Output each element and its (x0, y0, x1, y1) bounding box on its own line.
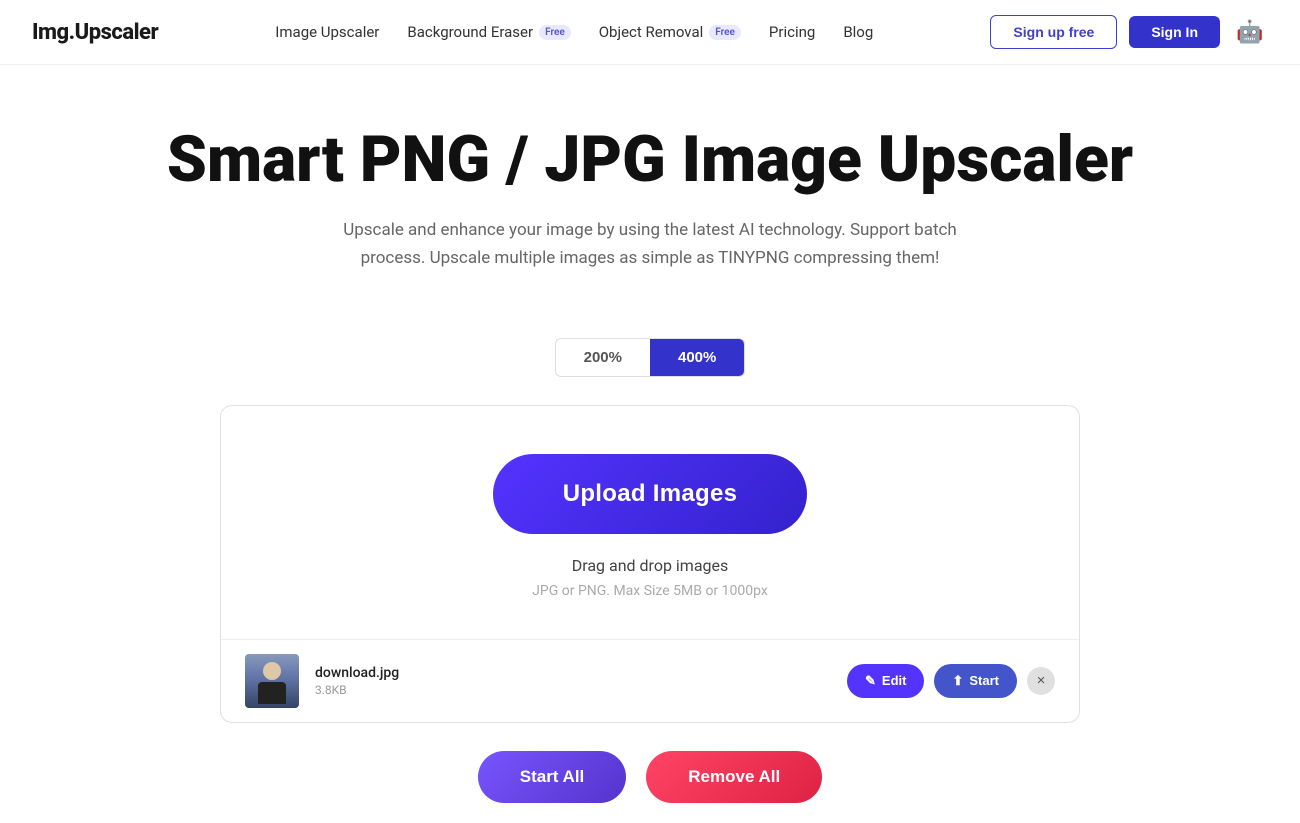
upload-section: Upload Images Drag and drop images JPG o… (220, 405, 1080, 723)
start-all-button[interactable]: Start All (478, 751, 627, 803)
remove-button[interactable]: × (1027, 667, 1055, 695)
person-head (263, 662, 281, 680)
edit-button[interactable]: ✎ Edit (847, 664, 924, 698)
free-badge-background-eraser: Free (539, 25, 571, 40)
scale-toggle-group: 200% 400% (555, 338, 746, 377)
start-icon: ⬆ (952, 673, 963, 689)
table-row: download.jpg 3.8KB ✎ Edit ⬆ Start × (221, 640, 1079, 722)
nav-item-background-eraser[interactable]: Background Eraser Free (407, 23, 570, 41)
drag-drop-text: Drag and drop images (241, 556, 1059, 575)
nav-links: Image Upscaler Background Eraser Free Ob… (275, 23, 873, 41)
hero-title: Smart PNG / JPG Image Upscaler (20, 125, 1280, 195)
file-name: download.jpg (315, 665, 831, 681)
scale-200-button[interactable]: 200% (556, 339, 650, 376)
free-badge-object-removal: Free (709, 25, 741, 40)
start-button[interactable]: ⬆ Start (934, 664, 1017, 698)
nav-item-blog[interactable]: Blog (843, 23, 873, 41)
bottom-actions: Start All Remove All (220, 723, 1080, 823)
scale-400-button[interactable]: 400% (650, 339, 744, 376)
file-thumbnail (245, 654, 299, 708)
person-body (258, 682, 286, 704)
file-list: download.jpg 3.8KB ✎ Edit ⬆ Start × (221, 639, 1079, 722)
nav-item-pricing[interactable]: Pricing (769, 23, 815, 41)
bot-icon[interactable]: 🤖 (1232, 14, 1268, 50)
scale-toggle: 200% 400% (0, 338, 1300, 377)
thumbnail-image (245, 654, 299, 708)
nav-actions: Sign up free Sign In 🤖 (990, 14, 1268, 50)
nav-item-object-removal[interactable]: Object Removal Free (599, 23, 741, 41)
file-info: download.jpg 3.8KB (315, 665, 831, 697)
upload-drop-zone: Upload Images Drag and drop images JPG o… (221, 406, 1079, 639)
hero-section: Smart PNG / JPG Image Upscaler Upscale a… (0, 65, 1300, 338)
nav-item-image-upscaler[interactable]: Image Upscaler (275, 23, 379, 41)
signin-button[interactable]: Sign In (1129, 16, 1220, 48)
file-actions: ✎ Edit ⬆ Start × (847, 664, 1055, 698)
upload-button[interactable]: Upload Images (493, 454, 808, 534)
file-hint-text: JPG or PNG. Max Size 5MB or 1000px (241, 583, 1059, 599)
file-size: 3.8KB (315, 683, 831, 697)
signup-button[interactable]: Sign up free (990, 15, 1117, 49)
remove-all-button[interactable]: Remove All (646, 751, 822, 803)
navbar: Img.Upscaler Image Upscaler Background E… (0, 0, 1300, 65)
hero-subtitle: Upscale and enhance your image by using … (330, 217, 970, 271)
edit-icon: ✎ (865, 673, 876, 689)
logo: Img.Upscaler (32, 20, 158, 45)
